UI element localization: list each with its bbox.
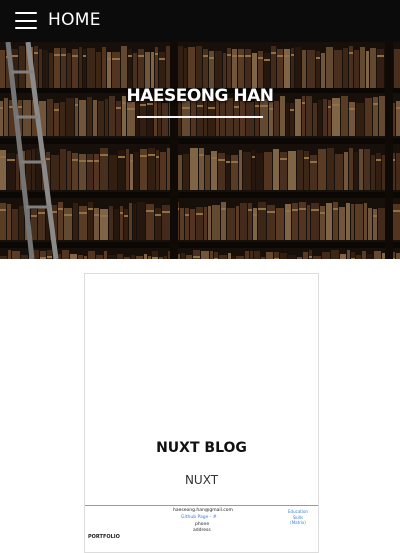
preview-section-heading: PORTFOLIO <box>88 534 120 540</box>
preview-link: Github Page - # <box>181 515 217 520</box>
home-link[interactable]: HOME <box>48 10 101 30</box>
top-navbar: HOME <box>0 0 400 42</box>
preview-phone: phone <box>195 522 210 527</box>
preview-right-links: Education Skills (Matrix) <box>283 509 313 526</box>
preview-address: address <box>193 528 211 533</box>
blog-post-card[interactable]: NUXT BLOG NUXT haeseong.han@gmail.com Gi… <box>84 273 319 553</box>
card-thumbnail-preview[interactable]: haeseong.han@gmail.com Github Page - # p… <box>85 505 318 552</box>
preview-email: haeseong.han@gmail.com <box>173 508 233 513</box>
hamburger-menu-icon[interactable] <box>15 12 37 29</box>
hero-title: HAESEONG HAN <box>126 86 274 106</box>
bookshelf-background <box>0 42 400 259</box>
preview-right-link: (Matrix) <box>290 520 306 525</box>
card-subtitle: NUXT <box>184 473 219 487</box>
hero-banner: HAESEONG HAN <box>0 42 400 259</box>
hero-title-underline <box>137 116 263 118</box>
card-title[interactable]: NUXT BLOG <box>85 440 318 456</box>
